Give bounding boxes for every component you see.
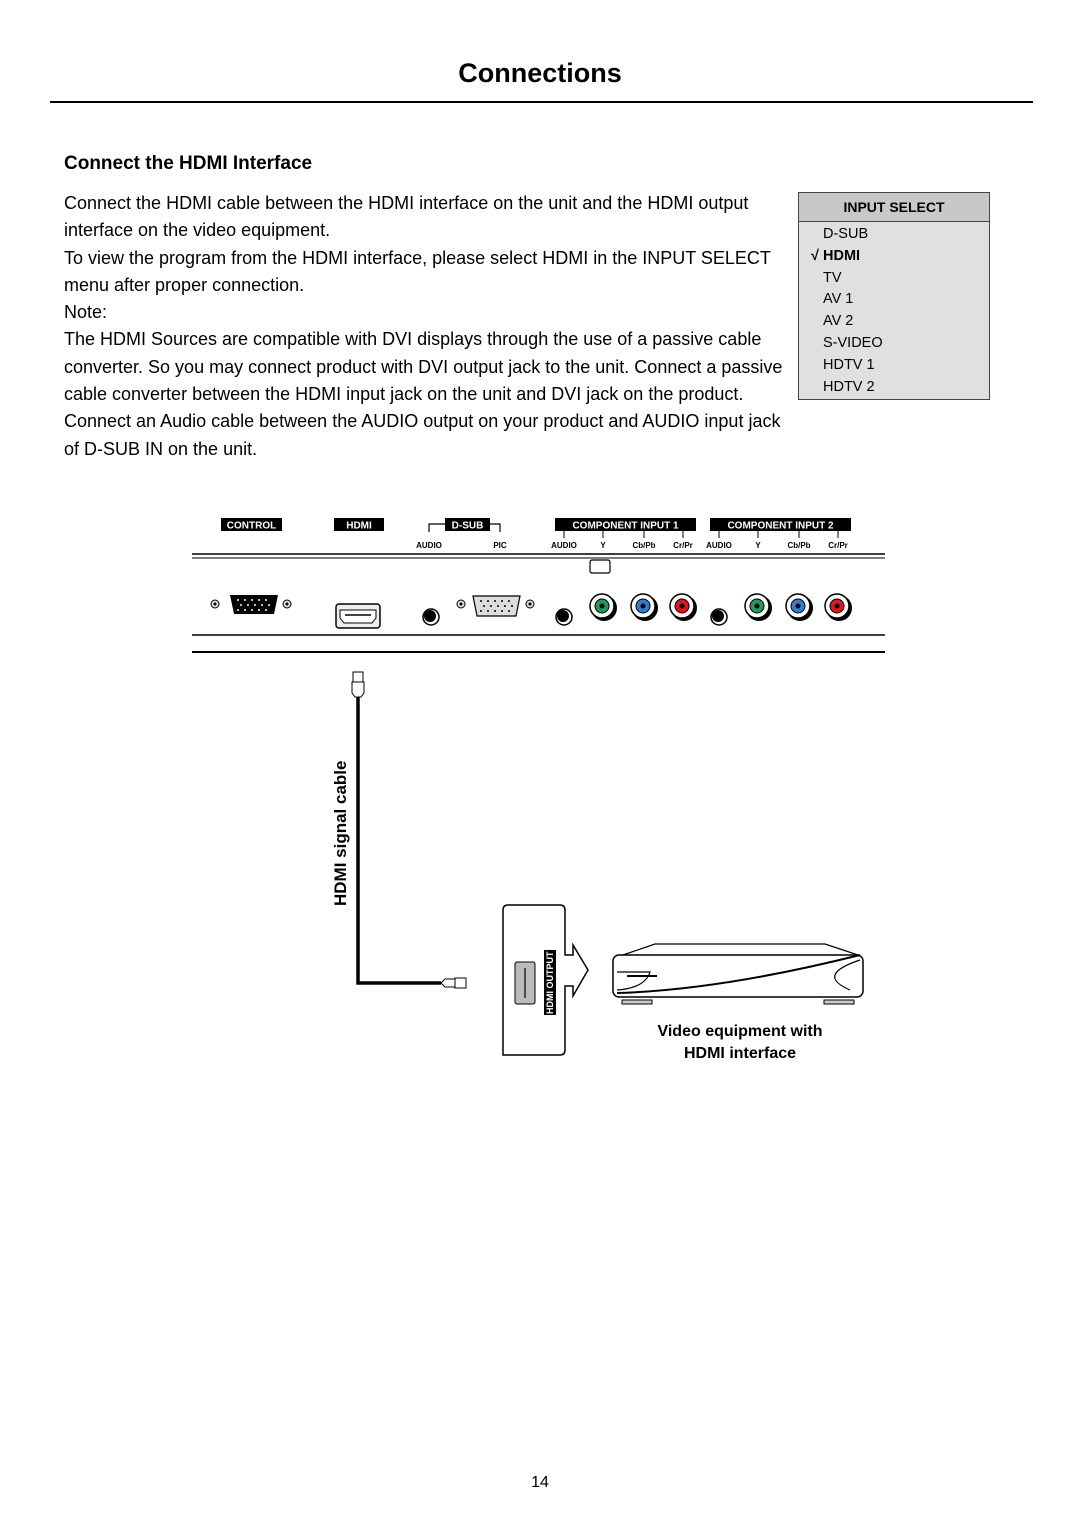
label-dsub: D-SUB [428, 518, 501, 532]
label-control: CONTROL [221, 518, 282, 532]
c2-pr-jack[interactable] [824, 593, 852, 621]
control-port[interactable] [210, 595, 292, 614]
hdmi-output-port[interactable] [514, 961, 536, 1005]
svg-text:HDMI: HDMI [346, 521, 372, 532]
port-label-c1-cr: Cr/Pr [673, 541, 693, 550]
svg-text:D-SUB: D-SUB [452, 521, 484, 532]
c1-audio-jack[interactable] [555, 608, 573, 626]
video-equipment-icon [612, 943, 864, 1005]
port-label-c1-cb: Cb/Pb [632, 541, 655, 550]
svg-text:CONTROL: CONTROL [227, 521, 276, 532]
device-caption-line1: Video equipment with [657, 1023, 822, 1040]
hdmi-output-label: HDMI OUTPUT [545, 951, 555, 1014]
c1-pr-jack[interactable] [669, 593, 697, 621]
label-hdmi: HDMI [334, 518, 384, 532]
label-component-input-2: COMPONENT INPUT 2 [710, 518, 851, 532]
port-label-c1-audio: AUDIO [551, 541, 577, 550]
svg-text:COMPONENT INPUT 2: COMPONENT INPUT 2 [727, 521, 834, 532]
c1-y-jack[interactable] [589, 593, 617, 621]
port-label-dsub-audio: AUDIO [416, 541, 442, 550]
c2-y-jack[interactable] [744, 593, 772, 621]
connection-diagram: CONTROL HDMI D-SUB COMPONENT INPUT 1 COM… [192, 518, 885, 1062]
dsub-pic-port[interactable] [456, 595, 535, 617]
device-back-panel: HDMI OUTPUT [502, 904, 589, 1056]
port-label-c2-cb: Cb/Pb [787, 541, 810, 550]
port-label-c2-cr: Cr/Pr [828, 541, 848, 550]
port-label-c2-y: Y [755, 541, 761, 550]
cable-label: HDMI signal cable [331, 761, 350, 906]
page-number: 14 [531, 1474, 549, 1491]
port-label-dsub-pic: PIC [493, 541, 507, 550]
indicator-box [589, 559, 611, 574]
c2-pb-jack[interactable] [785, 593, 813, 621]
hdmi-input-port[interactable] [335, 603, 381, 629]
dsub-audio-jack[interactable] [422, 608, 440, 626]
device-caption-line2: HDMI interface [684, 1045, 796, 1062]
c2-audio-jack[interactable] [710, 608, 728, 626]
port-label-c1-y: Y [600, 541, 606, 550]
label-component-input-1: COMPONENT INPUT 1 [555, 518, 696, 532]
port-label-c2-audio: AUDIO [706, 541, 732, 550]
panel-outline [192, 553, 885, 653]
svg-text:COMPONENT INPUT 1: COMPONENT INPUT 1 [572, 521, 679, 532]
hdmi-cable [351, 671, 467, 989]
c1-pb-jack[interactable] [630, 593, 658, 621]
